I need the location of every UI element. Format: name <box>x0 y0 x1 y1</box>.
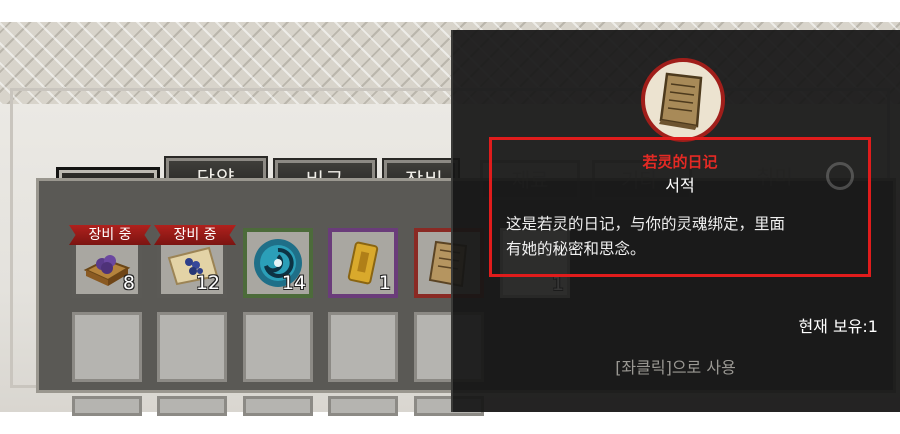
usage-hint: [좌클릭]으로 사용 <box>615 358 736 377</box>
diary-book-icon <box>659 72 703 130</box>
equipped-badge: 장비 중 <box>154 225 236 245</box>
inventory-slot[interactable] <box>72 312 142 382</box>
item-quantity: 8 <box>122 272 135 294</box>
inventory-slot[interactable]: 14 <box>243 228 313 298</box>
owned-count: 현재 보유:1 <box>798 317 878 336</box>
inventory-slot[interactable]: 1 <box>328 228 398 298</box>
inventory-slot[interactable] <box>157 396 227 416</box>
item-portrait <box>641 58 725 142</box>
item-description: 这是若灵的日记，与你的灵魂绑定，里面 有她的秘密和思念。 <box>506 212 861 262</box>
inventory-slot[interactable] <box>243 312 313 382</box>
item-quantity: 14 <box>281 272 306 294</box>
item-quantity: 12 <box>195 272 220 294</box>
inventory-slot[interactable] <box>157 312 227 382</box>
item-quantity: 1 <box>378 272 391 294</box>
equipped-badge: 장비 중 <box>69 225 151 245</box>
item-description-line: 有她的秘密和思念。 <box>506 240 646 258</box>
item-type: 서적 <box>665 176 695 195</box>
inventory-slot[interactable] <box>328 396 398 416</box>
inventory-slot[interactable] <box>328 312 398 382</box>
inventory-slot[interactable] <box>72 396 142 416</box>
item-name: 若灵的日记 <box>642 153 718 171</box>
inventory-slot[interactable] <box>243 396 313 416</box>
item-description-line: 这是若灵的日记，与你的灵魂绑定，里面 <box>506 215 786 233</box>
